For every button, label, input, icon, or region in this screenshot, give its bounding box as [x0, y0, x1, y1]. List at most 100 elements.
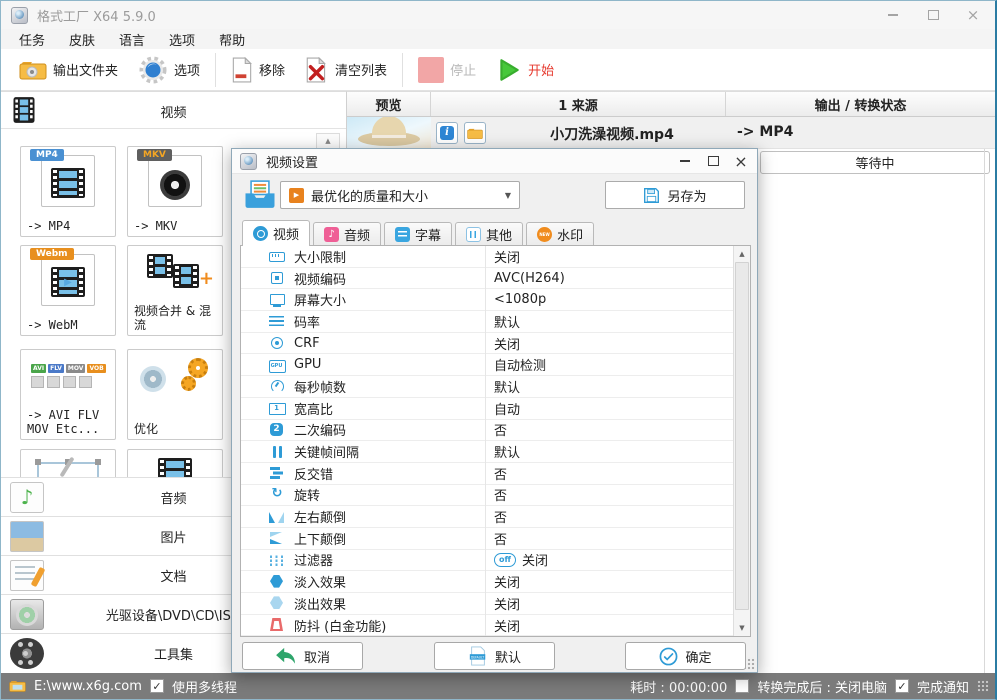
elapsed-time: 耗时 : 00:00:00 [630, 680, 728, 696]
video-category-label: 视频 [160, 106, 187, 121]
output-folder-button[interactable]: 输出文件夹 [9, 52, 128, 88]
close-button[interactable]: × [961, 6, 985, 24]
settings-scrollbar[interactable]: ▲ ▼ [733, 246, 750, 636]
tab-watermark[interactable]: 水印 [526, 222, 595, 246]
default-button[interactable]: DEFAULT 默认 [434, 642, 555, 670]
stabilize-icon [269, 617, 285, 633]
setting-row-flip-vertical[interactable]: 上下颠倒 否 [241, 528, 733, 550]
card-video-merge[interactable]: + 视频合并 & 混流 [127, 245, 223, 336]
card-to-avi-flv-mov[interactable]: AVI FLV MOV VOB -> AVI FLV MOV Etc... [20, 349, 116, 440]
dialog-close-button[interactable]: × [733, 152, 749, 171]
mkv-file-icon: MKV [137, 149, 202, 207]
menu-item-task[interactable]: 任务 [19, 30, 45, 49]
save-as-button[interactable]: 另存为 [605, 181, 745, 209]
tab-label: 视频 [273, 228, 300, 243]
tab-other[interactable]: 其他 [455, 222, 524, 246]
setting-row-size-limit[interactable]: 大小限制 关闭 [241, 246, 733, 268]
video-preview-thumbnail[interactable] [347, 117, 431, 149]
setting-label: GPU [294, 357, 322, 373]
minimize-button[interactable] [881, 6, 905, 24]
flip-vertical-icon [269, 530, 285, 546]
tab-video[interactable]: 视频 [242, 220, 311, 246]
setting-row-flip-horizontal[interactable]: 左右颠倒 否 [241, 506, 733, 528]
dialog-title: 视频设置 [266, 155, 319, 171]
dialog-maximize-button[interactable] [705, 153, 721, 169]
setting-label: 淡入效果 [294, 576, 347, 592]
setting-value: 关闭 [494, 619, 521, 635]
setting-row-screen-size[interactable]: 屏幕大小 <1080p [241, 289, 733, 312]
resize-grip[interactable] [977, 680, 989, 692]
disc-icon [140, 366, 166, 392]
video-category-header[interactable]: 视频 [1, 92, 346, 129]
off-badge-icon: off [494, 552, 516, 567]
menu-item-language[interactable]: 语言 [119, 30, 145, 49]
card-optimize[interactable]: 优化 [127, 349, 223, 440]
setting-row-deinterlace[interactable]: 反交错 否 [241, 463, 733, 485]
plus-icon: + [198, 268, 214, 289]
setting-row-fade-out[interactable]: 淡出效果 关闭 [241, 593, 733, 615]
stop-button[interactable]: 停止 [408, 52, 486, 88]
output-folder-label: 输出文件夹 [53, 64, 119, 79]
multithread-checkbox[interactable]: ✓ [149, 679, 164, 693]
shutdown-after-label: 转换完成后 : 关闭电脑 [757, 680, 887, 696]
film-strip-icon [173, 264, 200, 288]
setting-value: 否 [494, 424, 508, 440]
open-folder-button[interactable] [464, 122, 486, 144]
cancel-button[interactable]: 取消 [242, 642, 363, 670]
task-row[interactable]: i 小刀洗澡视频.mp4 -> MP4 [347, 117, 995, 149]
scroll-up-arrow[interactable]: ▲ [734, 246, 750, 262]
setting-row-filter[interactable]: 过滤器 off 关闭 [241, 550, 733, 572]
clear-list-button[interactable]: 清空列表 [295, 52, 397, 88]
card-partial-crop[interactable] [20, 449, 116, 477]
mp4-file-icon: MP4 [30, 149, 95, 207]
card-to-mp4[interactable]: MP4 -> MP4 [20, 146, 116, 237]
floppy-disk-icon [644, 187, 660, 203]
setting-row-gpu[interactable]: GPU 自动检测 [241, 354, 733, 377]
setting-row-fps[interactable]: 每秒帧数 默认 [241, 376, 733, 398]
sliders-tab-icon [466, 227, 482, 242]
scroll-down-arrow[interactable]: ▼ [734, 620, 750, 636]
column-preview[interactable]: 预览 [347, 92, 431, 116]
menubar: 任务 皮肤 语言 选项 帮助 [1, 29, 995, 49]
column-source[interactable]: 1 来源 [431, 92, 726, 116]
setting-row-rotate[interactable]: 旋转 否 [241, 485, 733, 507]
setting-row-crf[interactable]: CRF 关闭 [241, 333, 733, 355]
setting-row-two-pass[interactable]: 二次编码 否 [241, 420, 733, 442]
card-to-webm[interactable]: Webm ▶ -> WebM [20, 245, 116, 336]
shutdown-after-checkbox[interactable] [735, 679, 750, 693]
tab-subtitle[interactable]: 字幕 [384, 222, 453, 246]
dialog-minimize-button[interactable] [677, 153, 693, 169]
menu-item-help[interactable]: 帮助 [219, 30, 245, 49]
ok-button[interactable]: 确定 [625, 642, 746, 670]
setting-label: 防抖 (白金功能) [294, 619, 387, 635]
start-button[interactable]: 开始 [486, 52, 564, 88]
card-to-mkv[interactable]: MKV -> MKV [127, 146, 223, 237]
gear-icon [269, 335, 285, 351]
setting-row-keyframe-interval[interactable]: 关键帧间隔 默认 [241, 441, 733, 463]
setting-row-stabilize[interactable]: 防抖 (白金功能) 关闭 [241, 615, 733, 636]
setting-row-fade-in[interactable]: 淡入效果 关闭 [241, 571, 733, 593]
setting-row-aspect-ratio[interactable]: 宽高比 自动 [241, 398, 733, 420]
card-partial-film[interactable] [127, 449, 223, 477]
notify-checkbox[interactable]: ✓ [894, 679, 909, 693]
tab-audio[interactable]: 音频 [313, 222, 382, 246]
preset-dropdown[interactable]: 最优化的质量和大小 ▼ [280, 181, 520, 209]
menu-item-options[interactable]: 选项 [169, 30, 195, 49]
media-info-button[interactable]: i [436, 122, 458, 144]
default-label: 默认 [494, 650, 521, 666]
setting-value: 关闭 [494, 337, 521, 353]
remove-button[interactable]: 移除 [221, 52, 295, 88]
flip-horizontal-icon [269, 509, 285, 525]
setting-label: 每秒帧数 [294, 380, 347, 396]
scrollbar-thumb[interactable] [735, 262, 749, 610]
card-label: -> WebM [27, 318, 78, 332]
webm-badge: Webm [30, 248, 74, 260]
setting-value: 否 [494, 532, 508, 548]
setting-row-video-codec[interactable]: 视频编码 AVC(H264) [241, 268, 733, 290]
setting-row-bitrate[interactable]: 码率 默认 [241, 311, 733, 333]
options-button[interactable]: 选项 [128, 52, 210, 88]
maximize-button[interactable] [921, 6, 945, 24]
menu-item-skin[interactable]: 皮肤 [69, 30, 95, 49]
column-output-status[interactable]: 输出 / 转换状态 [726, 92, 995, 116]
output-path[interactable]: E:\www.x6g.com [34, 679, 142, 694]
